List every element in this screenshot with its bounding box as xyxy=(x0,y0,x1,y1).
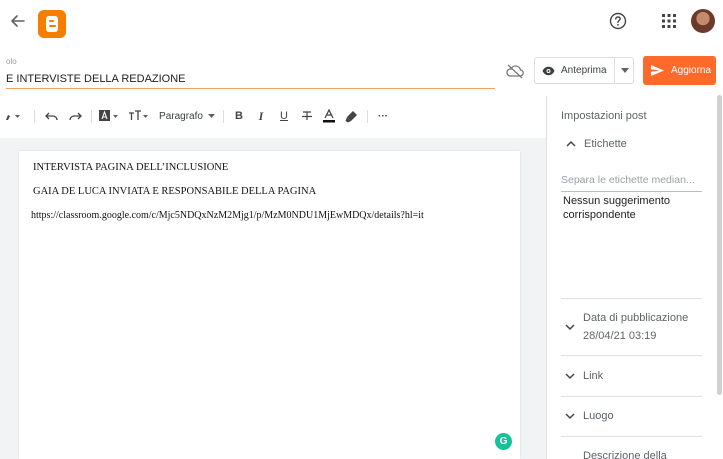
paragraph-dropdown[interactable]: Paragrafo xyxy=(156,104,218,128)
pencil-icon xyxy=(6,115,20,120)
section-divider xyxy=(561,396,702,397)
location-section-header[interactable]: Luogo xyxy=(583,410,614,422)
highlighter-icon xyxy=(345,110,357,122)
preview-label: Anteprima xyxy=(561,65,607,76)
toolbar-divider xyxy=(367,110,368,123)
grammarly-icon[interactable]: G xyxy=(495,433,512,450)
eye-icon xyxy=(542,66,555,75)
update-button[interactable]: Aggiorna xyxy=(643,56,716,85)
toolbar-divider xyxy=(34,110,35,123)
section-divider xyxy=(561,355,702,356)
cloud-off-icon xyxy=(505,63,525,79)
toolbar-divider xyxy=(91,110,92,123)
caret-down-icon xyxy=(207,114,215,118)
doc-line-link[interactable]: https://classroom.google.com/c/Mjc5NDQxN… xyxy=(31,210,424,221)
blogger-logo[interactable] xyxy=(38,10,66,38)
undo-button[interactable] xyxy=(42,104,62,128)
chevron-down-icon[interactable] xyxy=(564,410,576,422)
post-title-input[interactable]: E INTERVISTE DELLA REDAZIONE xyxy=(6,73,495,89)
publish-date-header[interactable]: Data di pubblicazione xyxy=(583,312,688,324)
arrow-left-icon xyxy=(11,15,25,27)
apps-grid-icon[interactable] xyxy=(662,14,676,28)
editor-toolbar: Paragrafo B I U ··· xyxy=(0,104,546,128)
post-settings-panel xyxy=(546,96,723,459)
link-section-header[interactable]: Link xyxy=(583,370,603,382)
highlight-button[interactable] xyxy=(343,104,359,128)
toolbar-divider xyxy=(223,110,224,123)
bold-button[interactable]: B xyxy=(231,104,247,128)
section-divider xyxy=(561,298,702,299)
style-dropdown[interactable] xyxy=(98,104,122,128)
title-caption: olo xyxy=(6,57,17,66)
labels-input[interactable]: Separa le etichette median... xyxy=(561,174,702,192)
chevron-up-icon[interactable] xyxy=(565,138,577,150)
pen-mode-dropdown[interactable] xyxy=(2,104,24,128)
preview-button-group: Anteprima xyxy=(534,57,634,84)
preview-button[interactable]: Anteprima xyxy=(535,58,613,83)
description-section-header[interactable]: Descrizione della xyxy=(583,450,667,459)
editor-page[interactable] xyxy=(19,151,520,459)
font-size-dropdown[interactable] xyxy=(127,104,151,128)
caret-down-icon xyxy=(620,68,629,73)
panel-title: Impostazioni post xyxy=(561,110,647,122)
chevron-down-icon[interactable] xyxy=(564,370,576,382)
paragraph-label: Paragrafo xyxy=(159,110,203,122)
preview-dropdown-button[interactable] xyxy=(615,58,634,83)
user-avatar[interactable] xyxy=(691,9,715,33)
text-color-button[interactable] xyxy=(321,104,337,128)
update-label: Aggiorna xyxy=(671,65,712,76)
panel-scrollbar[interactable] xyxy=(717,95,722,395)
top-bar xyxy=(0,0,723,44)
back-button[interactable] xyxy=(8,11,28,31)
doc-line-heading[interactable]: INTERVISTA PAGINA DELL’INCLUSIONE xyxy=(33,162,228,173)
font-size-icon xyxy=(129,110,148,120)
section-divider xyxy=(561,436,702,437)
doc-line-author[interactable]: GAIA DE LUCA INVIATA E RESPONSABILE DELL… xyxy=(33,186,316,197)
publish-date-value: 28/04/21 03:19 xyxy=(583,330,657,342)
strikethrough-button[interactable] xyxy=(299,104,315,128)
labels-section-header[interactable]: Etichette xyxy=(584,138,627,150)
text-color-icon xyxy=(323,109,335,123)
underline-button[interactable]: U xyxy=(276,104,292,128)
text-style-icon xyxy=(99,110,118,121)
no-suggestions-text: Nessun suggerimento corrispondente xyxy=(563,195,671,221)
redo-button[interactable] xyxy=(65,104,85,128)
undo-icon xyxy=(45,112,58,121)
redo-icon xyxy=(69,112,82,121)
italic-button[interactable]: I xyxy=(253,104,269,128)
send-icon xyxy=(651,65,664,76)
chevron-down-icon[interactable] xyxy=(564,321,576,333)
more-options-button[interactable]: ··· xyxy=(374,104,392,128)
strikethrough-icon xyxy=(302,111,312,120)
help-circle-icon[interactable] xyxy=(609,12,627,30)
